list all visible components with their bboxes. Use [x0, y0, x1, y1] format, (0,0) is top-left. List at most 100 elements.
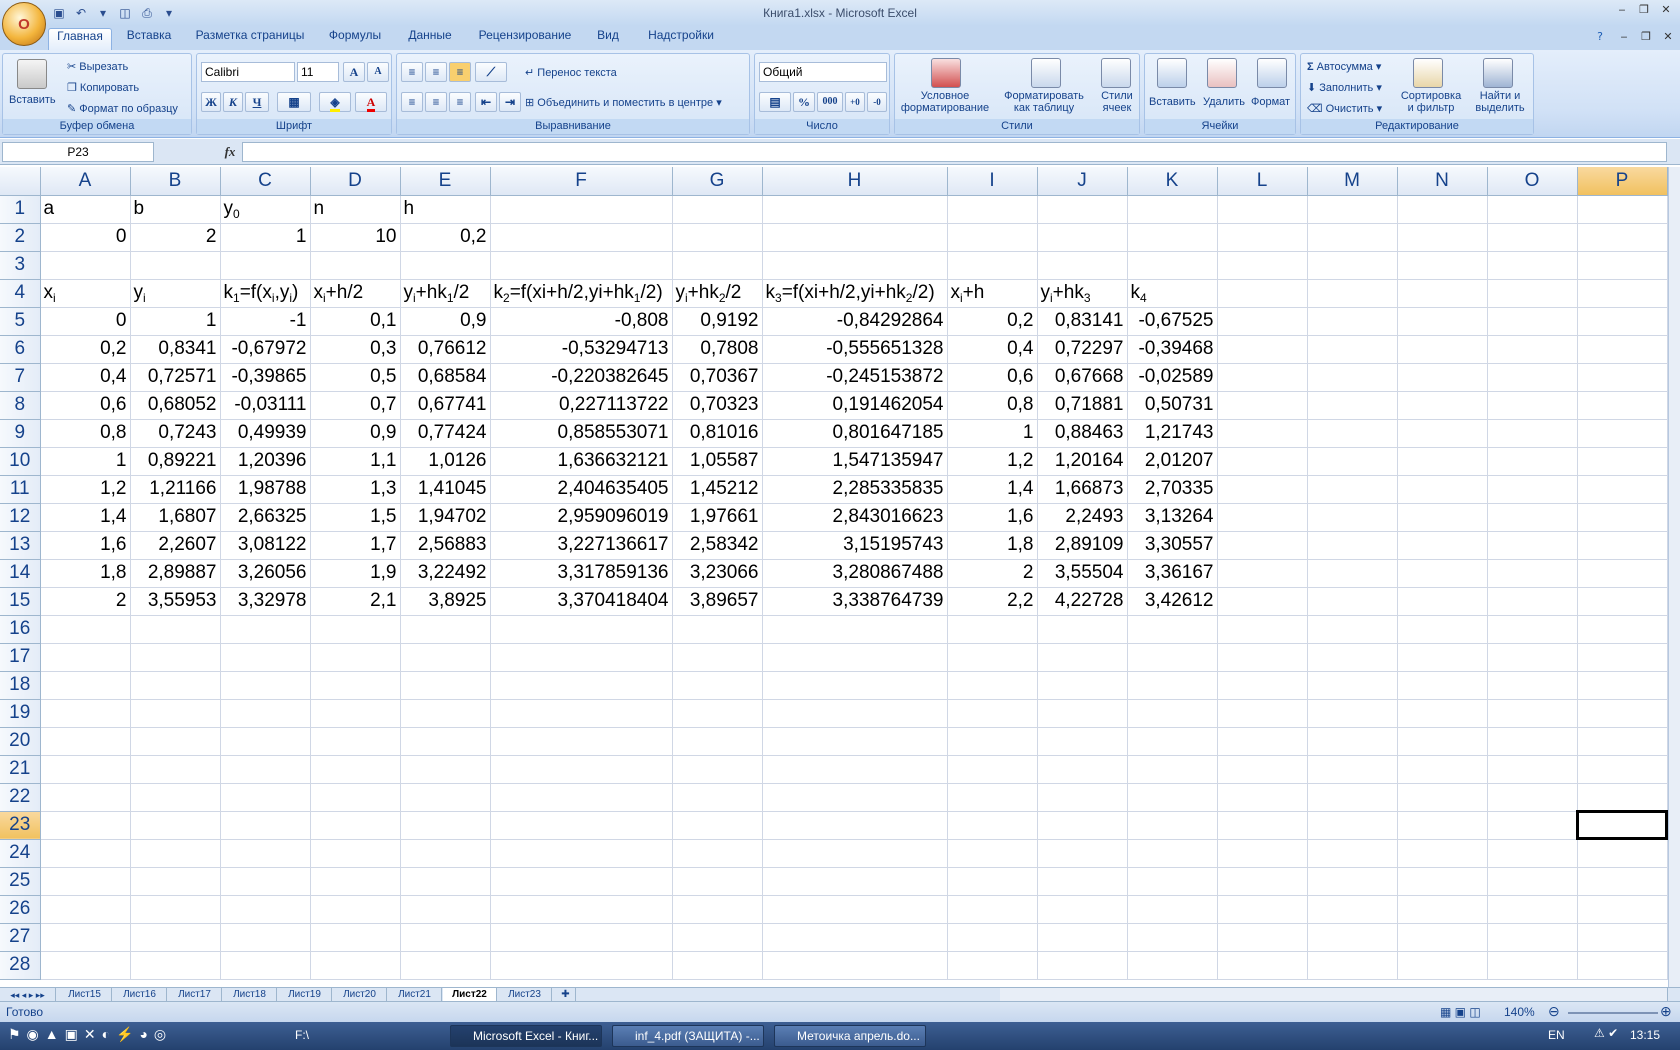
- cell-E13[interactable]: 2,56883: [400, 531, 491, 560]
- cell-J4[interactable]: yi+hk3: [1037, 279, 1128, 308]
- cell-H17[interactable]: [762, 643, 948, 672]
- cell-C23[interactable]: [220, 811, 311, 840]
- office-button[interactable]: O: [2, 2, 46, 46]
- cell-N21[interactable]: [1397, 755, 1488, 784]
- cell-M21[interactable]: [1307, 755, 1398, 784]
- cell-A27[interactable]: [40, 923, 131, 952]
- cell-F17[interactable]: [490, 643, 673, 672]
- cell-G11[interactable]: 1,45212: [672, 475, 763, 504]
- cell-N1[interactable]: [1397, 195, 1488, 224]
- cell-N25[interactable]: [1397, 867, 1488, 896]
- formula-input[interactable]: [242, 142, 1667, 162]
- cell-I25[interactable]: [947, 867, 1038, 896]
- cell-L22[interactable]: [1217, 783, 1308, 812]
- cell-G5[interactable]: 0,9192: [672, 307, 763, 336]
- row-header-18[interactable]: 18: [0, 671, 41, 700]
- cell-K15[interactable]: 3,42612: [1127, 587, 1218, 616]
- row-header-14[interactable]: 14: [0, 559, 41, 588]
- column-header-E[interactable]: E: [400, 167, 491, 196]
- cell-J12[interactable]: 2,2493: [1037, 503, 1128, 532]
- row-header-2[interactable]: 2: [0, 223, 41, 252]
- quick-launch-icons[interactable]: ⚑◉▲▣✕◐⚡◕◎: [8, 1026, 172, 1043]
- cell-A24[interactable]: [40, 839, 131, 868]
- cell-E11[interactable]: 1,41045: [400, 475, 491, 504]
- conditional-format-button[interactable]: Условное форматирование: [899, 90, 991, 114]
- cell-E19[interactable]: [400, 699, 491, 728]
- cell-M11[interactable]: [1307, 475, 1398, 504]
- cell-K6[interactable]: -0,39468: [1127, 335, 1218, 364]
- row-header-17[interactable]: 17: [0, 643, 41, 672]
- cell-G18[interactable]: [672, 671, 763, 700]
- cell-E18[interactable]: [400, 671, 491, 700]
- cell-P21[interactable]: [1577, 755, 1668, 784]
- tab-addins[interactable]: Надстройки: [636, 28, 726, 50]
- cell-H20[interactable]: [762, 727, 948, 756]
- sheet-tab-Лист15[interactable]: Лист15: [58, 988, 112, 1002]
- cell-O24[interactable]: [1487, 839, 1578, 868]
- cell-P23[interactable]: [1576, 810, 1668, 840]
- cell-N22[interactable]: [1397, 783, 1488, 812]
- cell-H11[interactable]: 2,285335835: [762, 475, 948, 504]
- fill-button[interactable]: ⬇ Заполнить ▾: [1307, 81, 1382, 94]
- cell-O12[interactable]: [1487, 503, 1578, 532]
- cell-A2[interactable]: 0: [40, 223, 131, 252]
- cell-styles-button[interactable]: Стили ячеек: [1095, 90, 1139, 114]
- row-header-12[interactable]: 12: [0, 503, 41, 532]
- sheet-tab-Лист22[interactable]: Лист22: [443, 988, 497, 1002]
- cell-M3[interactable]: [1307, 251, 1398, 280]
- cell-B9[interactable]: 0,7243: [130, 419, 221, 448]
- cell-P18[interactable]: [1577, 671, 1668, 700]
- cell-B25[interactable]: [130, 867, 221, 896]
- cell-D12[interactable]: 1,5: [310, 503, 401, 532]
- cell-P16[interactable]: [1577, 615, 1668, 644]
- align-right-button[interactable]: ≡: [449, 92, 471, 112]
- sheet-tab-Лист23[interactable]: Лист23: [498, 988, 552, 1002]
- cell-P11[interactable]: [1577, 475, 1668, 504]
- cell-D28[interactable]: [310, 951, 401, 980]
- row-header-25[interactable]: 25: [0, 867, 41, 896]
- cell-G20[interactable]: [672, 727, 763, 756]
- cell-C27[interactable]: [220, 923, 311, 952]
- cell-M10[interactable]: [1307, 447, 1398, 476]
- cell-A9[interactable]: 0,8: [40, 419, 131, 448]
- cell-E28[interactable]: [400, 951, 491, 980]
- cell-C4[interactable]: k1=f(xi,yi): [220, 279, 311, 308]
- cell-D26[interactable]: [310, 895, 401, 924]
- cell-B21[interactable]: [130, 755, 221, 784]
- cell-A12[interactable]: 1,4: [40, 503, 131, 532]
- cell-I15[interactable]: 2,2: [947, 587, 1038, 616]
- cell-N16[interactable]: [1397, 615, 1488, 644]
- cell-P27[interactable]: [1577, 923, 1668, 952]
- cell-B18[interactable]: [130, 671, 221, 700]
- cell-G15[interactable]: 3,89657: [672, 587, 763, 616]
- cell-D5[interactable]: 0,1: [310, 307, 401, 336]
- minimize-icon[interactable]: ‒: [1612, 2, 1632, 18]
- tab-home[interactable]: Главная: [48, 28, 112, 50]
- cell-B24[interactable]: [130, 839, 221, 868]
- format-cells-icon[interactable]: [1257, 58, 1287, 88]
- cell-F20[interactable]: [490, 727, 673, 756]
- cell-D3[interactable]: [310, 251, 401, 280]
- cell-E20[interactable]: [400, 727, 491, 756]
- cell-H3[interactable]: [762, 251, 948, 280]
- cell-H21[interactable]: [762, 755, 948, 784]
- cell-M4[interactable]: [1307, 279, 1398, 308]
- cell-G14[interactable]: 3,23066: [672, 559, 763, 588]
- horizontal-scrollbar[interactable]: [1000, 988, 1668, 1002]
- column-header-G[interactable]: G: [672, 167, 763, 196]
- cell-F16[interactable]: [490, 615, 673, 644]
- cell-I13[interactable]: 1,8: [947, 531, 1038, 560]
- cell-O10[interactable]: [1487, 447, 1578, 476]
- cell-I10[interactable]: 1,2: [947, 447, 1038, 476]
- cell-C1[interactable]: y0: [220, 195, 311, 224]
- cell-D1[interactable]: n: [310, 195, 401, 224]
- cell-B8[interactable]: 0,68052: [130, 391, 221, 420]
- align-top-button[interactable]: ≡: [401, 62, 423, 82]
- decrease-indent-button[interactable]: ⇤: [475, 92, 497, 112]
- cell-O6[interactable]: [1487, 335, 1578, 364]
- insert-cells-icon[interactable]: [1157, 58, 1187, 88]
- cell-J19[interactable]: [1037, 699, 1128, 728]
- cell-H15[interactable]: 3,338764739: [762, 587, 948, 616]
- cell-G13[interactable]: 2,58342: [672, 531, 763, 560]
- cell-F11[interactable]: 2,404635405: [490, 475, 673, 504]
